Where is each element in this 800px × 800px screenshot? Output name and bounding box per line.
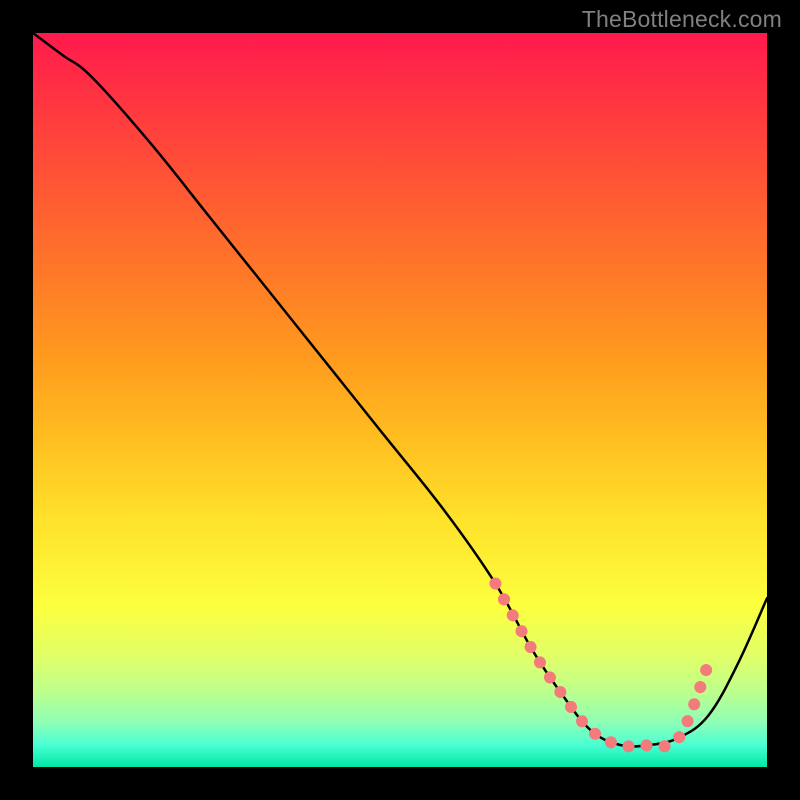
bottleneck-curve <box>33 33 767 747</box>
valley-highlight <box>495 584 708 747</box>
watermark-text: TheBottleneck.com <box>582 6 782 33</box>
chart-frame: TheBottleneck.com <box>0 0 800 800</box>
plot-area <box>33 33 767 767</box>
curve-layer <box>33 33 767 767</box>
